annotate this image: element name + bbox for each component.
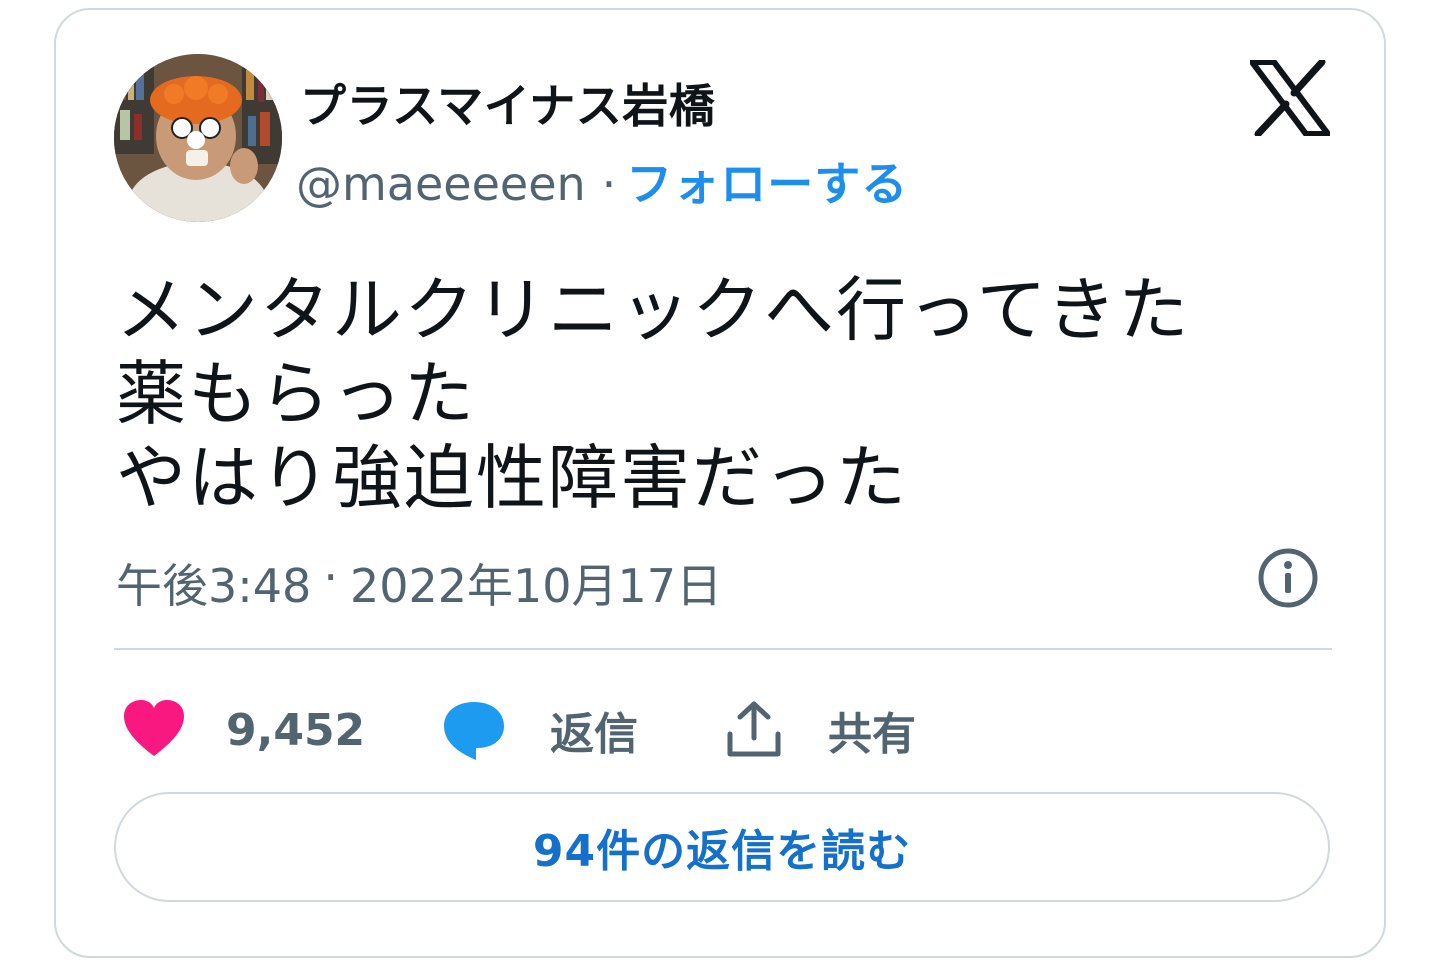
share-button[interactable]: 共有	[722, 690, 916, 770]
like-count: 9,452	[226, 704, 366, 756]
separator-dot: ·	[323, 550, 338, 604]
handle-row: @maeeeeen · フォローする	[296, 148, 908, 214]
tweet-timestamp[interactable]: 午後3:48 · 2022年10月17日	[116, 550, 722, 616]
info-icon[interactable]	[1256, 546, 1320, 610]
display-name[interactable]: プラスマイナス岩橋	[300, 70, 715, 136]
tweet-line: 薬もらった	[116, 353, 476, 435]
follow-button[interactable]: フォローする	[626, 148, 908, 214]
tweet-line: メンタルクリニックへ行ってきた	[116, 269, 1191, 351]
reply-button[interactable]: 返信	[442, 690, 638, 770]
x-logo-icon[interactable]	[1250, 60, 1330, 136]
action-bar: 9,452 返信 共有	[122, 690, 1022, 770]
reply-label: 返信	[550, 709, 638, 760]
speech-bubble-icon	[444, 702, 504, 760]
read-replies-button[interactable]: 94件の返信を読む	[114, 792, 1330, 902]
share-upload-icon	[727, 701, 781, 757]
tweet-date: 2022年10月17日	[349, 559, 723, 613]
share-label: 共有	[828, 709, 916, 760]
like-button[interactable]: 9,452	[122, 690, 365, 770]
tweet-time: 午後3:48	[116, 559, 312, 613]
tweet-card: プラスマイナス岩橋 @maeeeeen · フォローする メンタルクリニックへ行…	[54, 8, 1386, 958]
divider	[114, 648, 1332, 650]
heart-icon	[124, 700, 184, 756]
avatar-photo	[114, 54, 282, 222]
separator-dot: ·	[601, 157, 617, 211]
tweet-line: やはり強迫性障害だった	[116, 437, 908, 519]
avatar[interactable]	[114, 54, 282, 222]
tweet-text: メンタルクリニックへ行ってきた 薬もらった やはり強迫性障害だった	[116, 268, 1316, 520]
user-handle[interactable]: @maeeeeen	[296, 157, 586, 211]
